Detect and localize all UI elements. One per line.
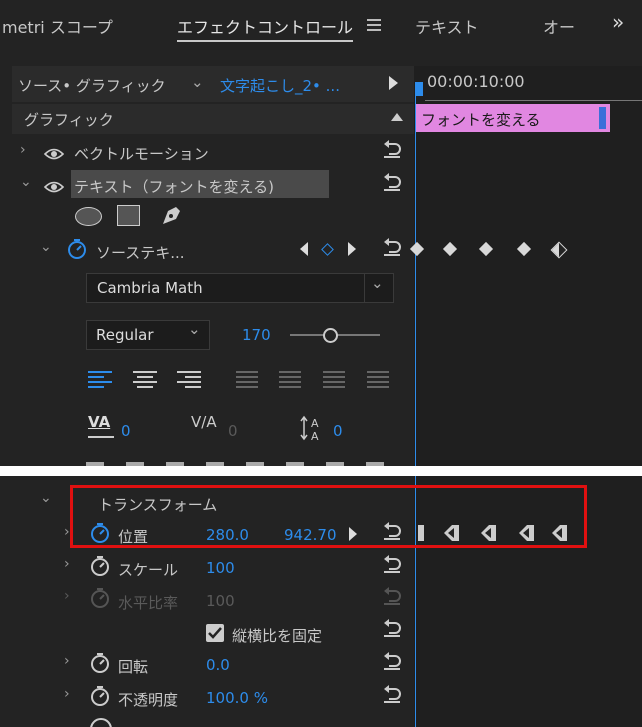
kerning-value[interactable]: 0: [121, 422, 131, 440]
reset-icon[interactable]: [381, 173, 403, 193]
reset-icon[interactable]: [381, 555, 403, 575]
reset-icon[interactable]: [381, 652, 403, 672]
align-center-icon[interactable]: [133, 371, 157, 388]
reset-icon[interactable]: [381, 685, 403, 705]
font-family-value: Cambria Math: [97, 279, 203, 297]
reset-icon[interactable]: [381, 140, 403, 160]
justify-icon[interactable]: [279, 371, 301, 388]
tab-text[interactable]: テキスト: [415, 14, 479, 38]
scale-value[interactable]: 100: [206, 559, 235, 577]
align-right-icon[interactable]: [177, 371, 201, 388]
rotation-label[interactable]: 回転: [118, 656, 148, 677]
effect-controls-panel-top: metri スコープ エフェクトコントロール テキスト オー » ソース• グラ…: [0, 0, 642, 466]
kerning-arrow: [88, 436, 114, 438]
vector-motion-label[interactable]: ベクトルモーション: [74, 143, 209, 164]
scale-width-label: 水平比率: [118, 594, 179, 612]
reset-icon[interactable]: [381, 619, 403, 639]
scale-label[interactable]: スケール: [118, 559, 178, 580]
collapse-chevron-icon[interactable]: ⌄: [40, 490, 52, 506]
more-tabs-button[interactable]: »: [612, 10, 624, 34]
active-tab-underline: [177, 40, 353, 42]
ellipse-tool-icon[interactable]: [75, 207, 102, 226]
uniform-scale-label[interactable]: 縦横比を固定: [232, 625, 322, 646]
expand-chevron-icon[interactable]: ›: [20, 142, 26, 158]
reset-icon[interactable]: [381, 238, 403, 258]
font-style-value: Regular: [96, 326, 154, 344]
section-title: グラフィック: [24, 111, 114, 129]
playhead-handle[interactable]: [415, 82, 423, 96]
expand-chevron-icon[interactable]: ›: [64, 524, 70, 540]
eye-icon[interactable]: [43, 179, 65, 197]
prev-keyframe-icon[interactable]: [300, 242, 308, 256]
justify-icon[interactable]: [236, 371, 258, 388]
tracking-value[interactable]: 0: [228, 422, 238, 440]
rotation-value[interactable]: 0.0: [206, 656, 230, 674]
effect-controls-panel-bottom: ⌄ トランスフォーム › 位置 280.0 942.70 › スケール 100 …: [0, 476, 642, 727]
playhead-line: [415, 96, 416, 466]
collapse-triangle-icon[interactable]: [391, 113, 403, 121]
leading-icon: AA: [300, 414, 328, 446]
clip-name[interactable]: 文字起こし_2• ...: [220, 75, 340, 96]
chevron-down-icon[interactable]: ⌄: [371, 274, 384, 292]
collapse-chevron-icon[interactable]: ⌄: [20, 174, 32, 190]
highlight-box: [70, 485, 587, 548]
stopwatch-icon: [90, 718, 112, 727]
expand-chevron-icon: ›: [64, 588, 70, 604]
opacity-label[interactable]: 不透明度: [118, 689, 178, 710]
stopwatch-icon[interactable]: [67, 238, 87, 264]
timeline-ruler: [425, 92, 642, 101]
expand-chevron-icon[interactable]: ›: [64, 686, 70, 702]
stopwatch-icon[interactable]: [90, 555, 110, 581]
tab-effect-controls[interactable]: エフェクトコントロール: [177, 14, 353, 38]
checkbox-icon[interactable]: [206, 624, 224, 642]
source-text-label[interactable]: ソーステキ...: [96, 242, 185, 263]
kerning-icon: VA: [88, 413, 111, 431]
stopwatch-icon[interactable]: [90, 685, 110, 711]
tab-other[interactable]: オー: [543, 14, 575, 38]
play-only-icon[interactable]: [389, 76, 398, 90]
rectangle-tool-icon[interactable]: [117, 205, 140, 226]
source-label: ソース• グラフィック: [18, 77, 166, 95]
eye-icon[interactable]: [43, 146, 65, 164]
tab-lumetri-scopes[interactable]: metri スコープ: [2, 14, 113, 38]
collapse-chevron-icon[interactable]: ⌄: [40, 239, 52, 255]
reset-icon: [381, 587, 403, 607]
menu-icon[interactable]: [367, 19, 381, 31]
chevron-down-icon[interactable]: ⌄: [191, 73, 204, 91]
expand-chevron-icon[interactable]: ›: [64, 653, 70, 669]
font-family-dropdown-divider: [364, 274, 365, 302]
stopwatch-icon: [90, 587, 110, 613]
clip-bar-label: フォントを変える: [421, 111, 541, 129]
align-left-icon[interactable]: [88, 371, 112, 388]
screenshot-gap: [0, 466, 642, 476]
next-keyframe-icon[interactable]: [348, 242, 356, 256]
timecode: 00:00:10:00: [427, 72, 525, 91]
text-layer-label[interactable]: テキスト（フォントを変える): [74, 176, 274, 197]
svg-text:A: A: [311, 430, 319, 442]
justify-icon[interactable]: [367, 371, 389, 388]
stopwatch-icon[interactable]: [90, 652, 110, 678]
font-size-value[interactable]: 170: [242, 326, 271, 344]
expand-chevron-icon[interactable]: ›: [64, 556, 70, 572]
justify-icon[interactable]: [323, 371, 345, 388]
font-size-slider-handle[interactable]: [323, 328, 338, 343]
svg-text:A: A: [311, 417, 319, 430]
tracking-icon: V/A: [191, 413, 217, 431]
pen-tool-icon[interactable]: [160, 203, 184, 231]
clip-end-handle[interactable]: [599, 107, 606, 129]
leading-value[interactable]: 0: [333, 422, 343, 440]
chevron-down-icon[interactable]: ⌄: [188, 320, 201, 338]
scale-width-value: 100: [206, 592, 235, 610]
add-keyframe-icon[interactable]: [321, 243, 334, 256]
opacity-value[interactable]: 100.0 %: [206, 689, 268, 707]
